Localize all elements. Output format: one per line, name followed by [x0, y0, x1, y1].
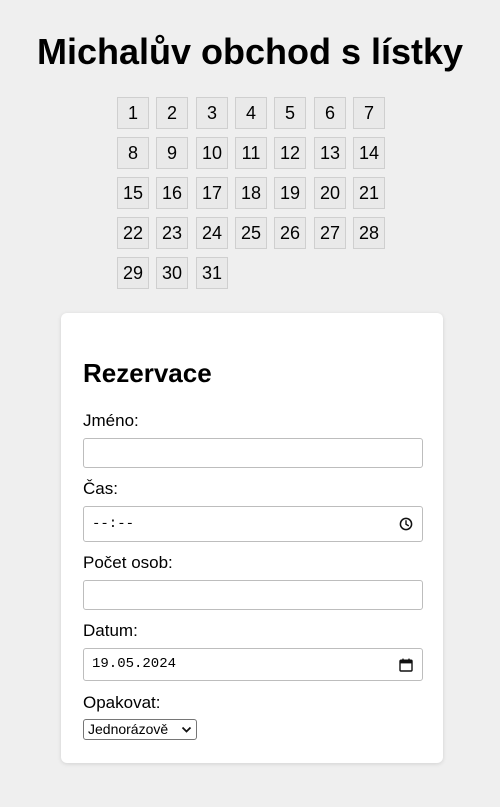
persons-field[interactable] [83, 580, 423, 610]
calendar-day[interactable]: 6 [314, 97, 346, 129]
calendar-day[interactable]: 14 [353, 137, 385, 169]
calendar-day[interactable]: 12 [274, 137, 306, 169]
calendar-day[interactable]: 2 [156, 97, 188, 129]
repeat-label: Opakovat: [83, 693, 161, 712]
calendar-day[interactable]: 27 [314, 217, 346, 249]
calendar-day[interactable]: 5 [274, 97, 306, 129]
time-field[interactable]: --:-- [83, 506, 423, 542]
persons-label: Počet osob: [83, 553, 173, 572]
calendar-day[interactable]: 18 [235, 177, 267, 209]
time-field-value: --:-- [92, 516, 135, 532]
page-title: Michalův obchod s lístky [36, 31, 464, 72]
name-label: Jméno: [83, 411, 139, 430]
calendar-day[interactable]: 15 [117, 177, 149, 209]
calendar-day[interactable]: 25 [235, 217, 267, 249]
calendar-day[interactable]: 1 [117, 97, 149, 129]
calendar-day[interactable]: 28 [353, 217, 385, 249]
calendar-day[interactable]: 21 [353, 177, 385, 209]
clock-icon[interactable] [399, 517, 413, 531]
name-field[interactable] [83, 438, 423, 468]
calendar-icon[interactable] [399, 658, 413, 672]
calendar-day[interactable]: 17 [196, 177, 228, 209]
calendar-day[interactable]: 19 [274, 177, 306, 209]
calendar-day[interactable]: 11 [235, 137, 267, 169]
reservation-card: Rezervace Jméno: Čas: --:-- Počet osob: … [61, 313, 443, 763]
calendar-day[interactable]: 20 [314, 177, 346, 209]
calendar-day[interactable]: 30 [156, 257, 188, 289]
calendar-day[interactable]: 16 [156, 177, 188, 209]
time-label: Čas: [83, 479, 118, 498]
reservation-heading: Rezervace [83, 358, 212, 388]
calendar-day[interactable]: 7 [353, 97, 385, 129]
date-field[interactable]: 19.05.2024 [83, 648, 423, 681]
calendar-day[interactable]: 23 [156, 217, 188, 249]
calendar-day[interactable]: 22 [117, 217, 149, 249]
repeat-select-value: Jednorázově [88, 721, 169, 737]
repeat-select[interactable]: Jednorázově [83, 719, 197, 740]
calendar-day[interactable]: 4 [235, 97, 267, 129]
calendar-day[interactable]: 31 [196, 257, 228, 289]
date-label: Datum: [83, 621, 138, 640]
calendar-day[interactable]: 24 [196, 217, 228, 249]
calendar-day[interactable]: 26 [274, 217, 306, 249]
chevron-down-icon [181, 726, 192, 733]
calendar-day[interactable]: 8 [117, 137, 149, 169]
calendar-day[interactable]: 3 [196, 97, 228, 129]
calendar-day[interactable]: 9 [156, 137, 188, 169]
calendar-day[interactable]: 29 [117, 257, 149, 289]
date-field-value: 19.05.2024 [92, 656, 177, 672]
calendar-day[interactable]: 13 [314, 137, 346, 169]
calendar-day[interactable]: 10 [196, 137, 228, 169]
